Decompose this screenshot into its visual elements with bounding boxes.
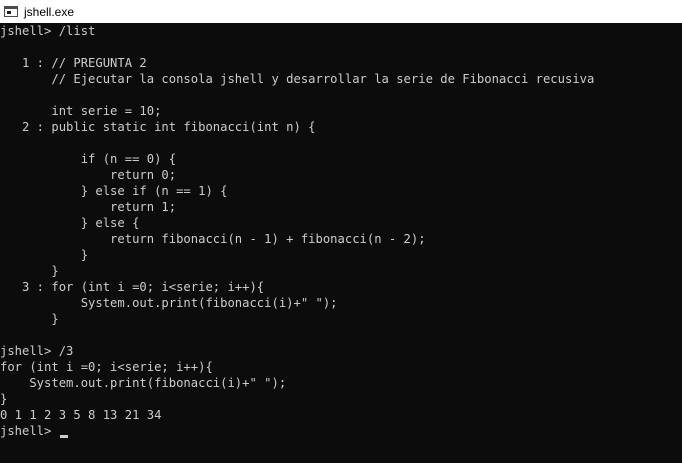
console-line: return 0; (0, 168, 177, 182)
title-bar[interactable]: jshell.exe (0, 0, 682, 23)
console-line: } (0, 248, 89, 262)
console-line: System.out.print(fibonacci(i)+" "); (0, 376, 287, 390)
console-line: int serie = 10; (0, 104, 162, 118)
window-title: jshell.exe (24, 4, 75, 19)
prompt-text: jshell> (0, 424, 59, 438)
console-line: if (n == 0) { (0, 152, 177, 166)
command-input-line[interactable]: jshell> (0, 423, 682, 439)
console-line: 2 : public static int fibonacci(int n) { (0, 120, 316, 134)
text-cursor (59, 435, 68, 438)
console-line: 3 : for (int i =0; i<serie; i++){ (0, 280, 265, 294)
console-line: System.out.print(fibonacci(i)+" "); (0, 296, 338, 310)
console-line: } (0, 312, 59, 326)
console-line: } (0, 264, 59, 278)
console-line: return 1; (0, 200, 177, 214)
console-line: jshell> /3 (0, 344, 74, 358)
console-line: } (0, 392, 8, 406)
console-line: // Ejecutar la consola jshell y desarrol… (0, 72, 595, 86)
console-line: return fibonacci(n - 1) + fibonacci(n - … (0, 232, 426, 246)
console-line: for (int i =0; i<serie; i++){ (0, 360, 213, 374)
terminal-window: jshell.exe jshell> /list 1 : // PREGUNTA… (0, 0, 682, 463)
console-line: jshell> /list (0, 24, 96, 38)
console-output[interactable]: jshell> /list 1 : // PREGUNTA 2 // Ejecu… (0, 23, 682, 463)
console-line: 1 : // PREGUNTA 2 (0, 56, 147, 70)
console-line: 0 1 1 2 3 5 8 13 21 34 (0, 408, 162, 422)
console-line: } else { (0, 216, 140, 230)
console-window-icon (4, 6, 18, 17)
console-line: } else if (n == 1) { (0, 184, 228, 198)
